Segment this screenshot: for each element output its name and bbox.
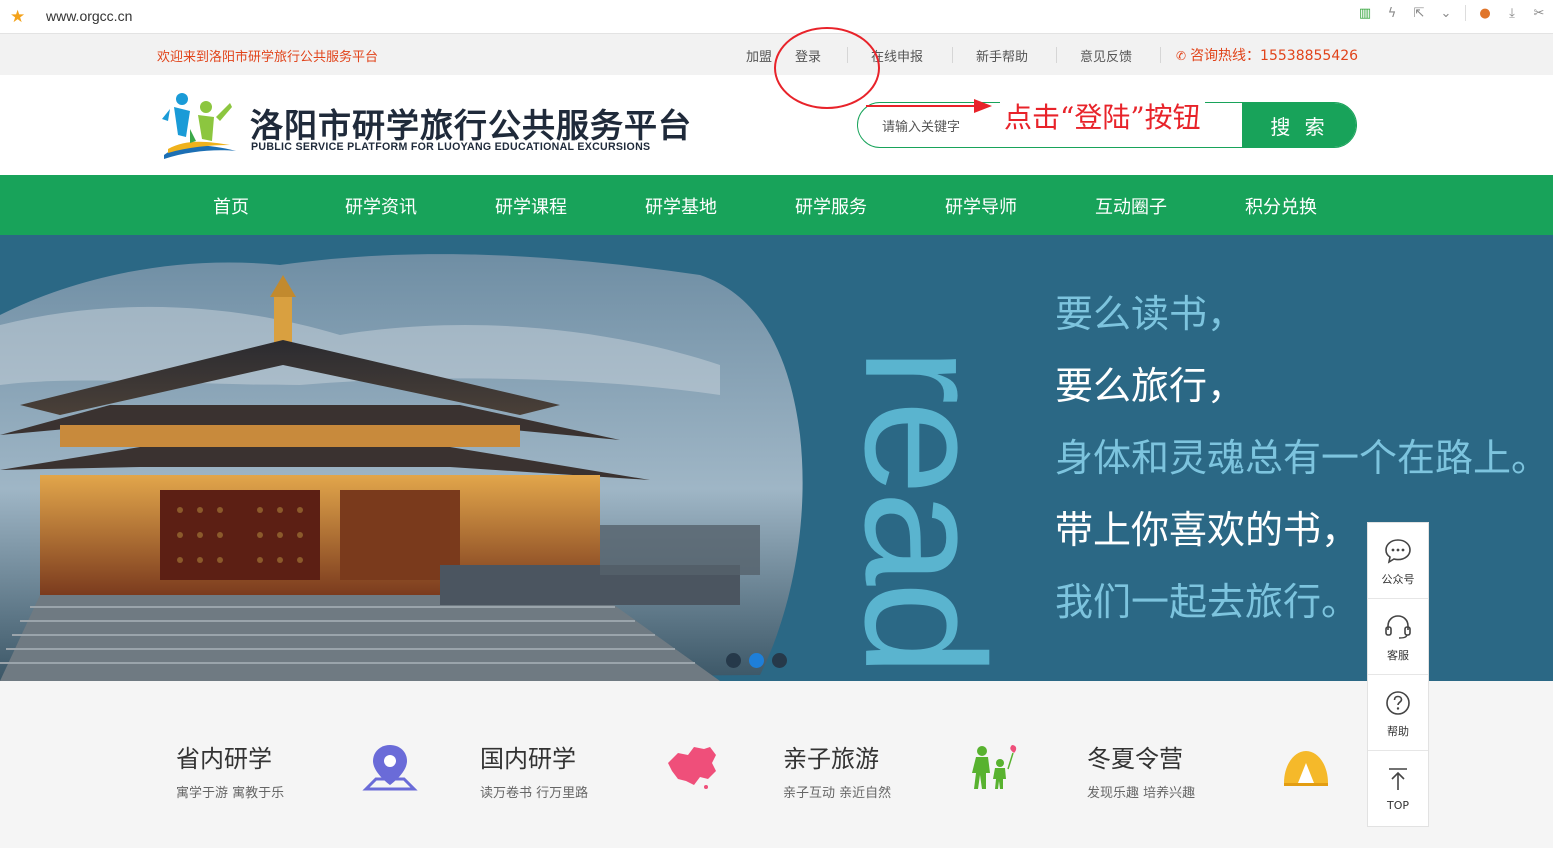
slogan-line-1: 要么读书， [1055,292,1246,336]
carousel-dot[interactable] [772,653,787,668]
nav-news[interactable]: 研学资讯 [345,193,417,219]
logo-title[interactable]: 洛阳市研学旅行公共服务平台 [250,99,692,147]
feature-subtitle: 发现乐趣 培养兴趣 [1087,786,1196,801]
annotation-text: 点击“登陆”按钮 [1000,96,1205,136]
slogan-line-2: 要么旅行， [1055,364,1246,408]
logo-icon[interactable] [160,89,240,161]
side-float-panel: 公众号 客服 帮助 TOP [1367,522,1429,827]
help-link[interactable]: 新手帮助 [976,46,1028,65]
map-pin-icon [362,745,418,791]
divider [1056,47,1057,63]
feature-title: 亲子旅游 [783,745,879,773]
lightning-icon[interactable]: ϟ [1384,6,1400,21]
tent-icon [1284,751,1328,786]
gamepad-icon[interactable]: ● [1477,6,1493,21]
carousel-dots [726,653,787,668]
hotline-text: 咨询热线：15538855426 [1190,48,1359,64]
side-label: 公众号 [1381,573,1415,586]
nav-courses[interactable]: 研学课程 [495,193,567,219]
feature-domestic[interactable]: 国内研学 读万卷书 行万里路 [480,739,588,801]
side-help[interactable]: 帮助 [1368,675,1428,751]
chat-bubble-icon [1385,539,1411,564]
browser-address-bar: ★ www.orgcc.cn ▥ ϟ ⇱ ⌄ ● ⤓ ✂ [0,0,1553,34]
address-url[interactable]: www.orgcc.cn [46,8,132,24]
feature-title: 省内研学 [176,745,272,773]
nav-tutors[interactable]: 研学导师 [945,193,1017,219]
vertical-read-word: read [829,347,1020,673]
chevron-down-icon[interactable]: ⌄ [1438,6,1454,21]
side-label: TOP [1386,799,1409,812]
feature-title: 国内研学 [480,745,576,773]
search-button[interactable]: 搜 索 [1242,103,1356,147]
toolbar-divider [1465,5,1466,21]
family-icon [972,745,1017,789]
login-highlight-circle [774,27,880,109]
carousel-dot-active[interactable] [749,653,764,668]
feature-family[interactable]: 亲子旅游 亲子互动 亲近自然 [783,739,891,801]
divider [952,47,953,63]
feature-title: 冬夏令营 [1087,745,1183,773]
reader-mode-icon[interactable]: ▥ [1357,6,1373,21]
join-link[interactable]: 加盟 [746,46,772,65]
slogan-line-4: 带上你喜欢的书， [1055,508,1360,552]
logo-subtitle: PUBLIC SERVICE PLATFORM FOR LUOYANG EDUC… [251,141,651,153]
site-header: 洛阳市研学旅行公共服务平台 PUBLIC SERVICE PLATFORM FO… [0,75,1553,175]
nav-home[interactable]: 首页 [213,193,249,219]
nav-points[interactable]: 积分兑换 [1245,193,1317,219]
phone-icon: ✆ [1176,49,1187,63]
feature-subtitle: 读万卷书 行万里路 [480,786,589,801]
feature-subtitle: 亲子互动 亲近自然 [783,786,892,801]
arrow-up-icon [1389,768,1407,790]
pagoda-image [0,254,803,681]
side-support[interactable]: 客服 [1368,599,1428,675]
china-map-icon [668,747,716,789]
annotation-arrow-icon [866,99,992,113]
headset-icon [1385,615,1411,639]
bookmark-star-icon[interactable]: ★ [10,7,25,27]
side-top[interactable]: TOP [1368,751,1428,827]
welcome-text: 欢迎来到洛阳市研学旅行公共服务平台 [157,50,379,65]
nav-services[interactable]: 研学服务 [795,193,867,219]
nav-circles[interactable]: 互动圈子 [1095,193,1167,219]
feature-camp[interactable]: 冬夏令营 发现乐趣 培养兴趣 [1087,739,1195,801]
feature-subtitle: 寓学于游 寓教于乐 [176,786,285,801]
carousel-dot[interactable] [726,653,741,668]
side-label: 客服 [1387,649,1409,662]
nav-bases[interactable]: 研学基地 [645,193,717,219]
hotline: ✆ 咨询热线：15538855426 [1176,45,1358,65]
slogan-line-5: 我们一起去旅行。 [1055,580,1360,624]
feedback-link[interactable]: 意见反馈 [1080,46,1132,65]
browser-toolbar: ▥ ϟ ⇱ ⌄ ● ⤓ ✂ [1357,5,1547,21]
slogan-line-3: 身体和灵魂总有一个在路上。 [1055,436,1550,480]
side-label: 帮助 [1387,725,1409,738]
hero-banner[interactable]: read 要么读书， 要么旅行， 身体和灵魂总有一个在路上。 带上你喜欢的书， … [0,235,1553,681]
download-icon[interactable]: ⤓ [1504,6,1520,21]
main-nav: 首页 研学资讯 研学课程 研学基地 研学服务 研学导师 互动圈子 积分兑换 [0,175,1553,235]
scissors-icon[interactable]: ✂ [1531,6,1547,21]
divider [1160,47,1161,63]
feature-province[interactable]: 省内研学 寓学于游 寓教于乐 [176,739,284,801]
share-icon[interactable]: ⇱ [1411,6,1427,21]
feature-strip: 省内研学 寓学于游 寓教于乐 国内研学 读万卷书 行万里路 亲子旅游 亲子互动 … [0,681,1553,848]
question-icon [1386,691,1410,715]
side-wechat[interactable]: 公众号 [1368,523,1428,599]
